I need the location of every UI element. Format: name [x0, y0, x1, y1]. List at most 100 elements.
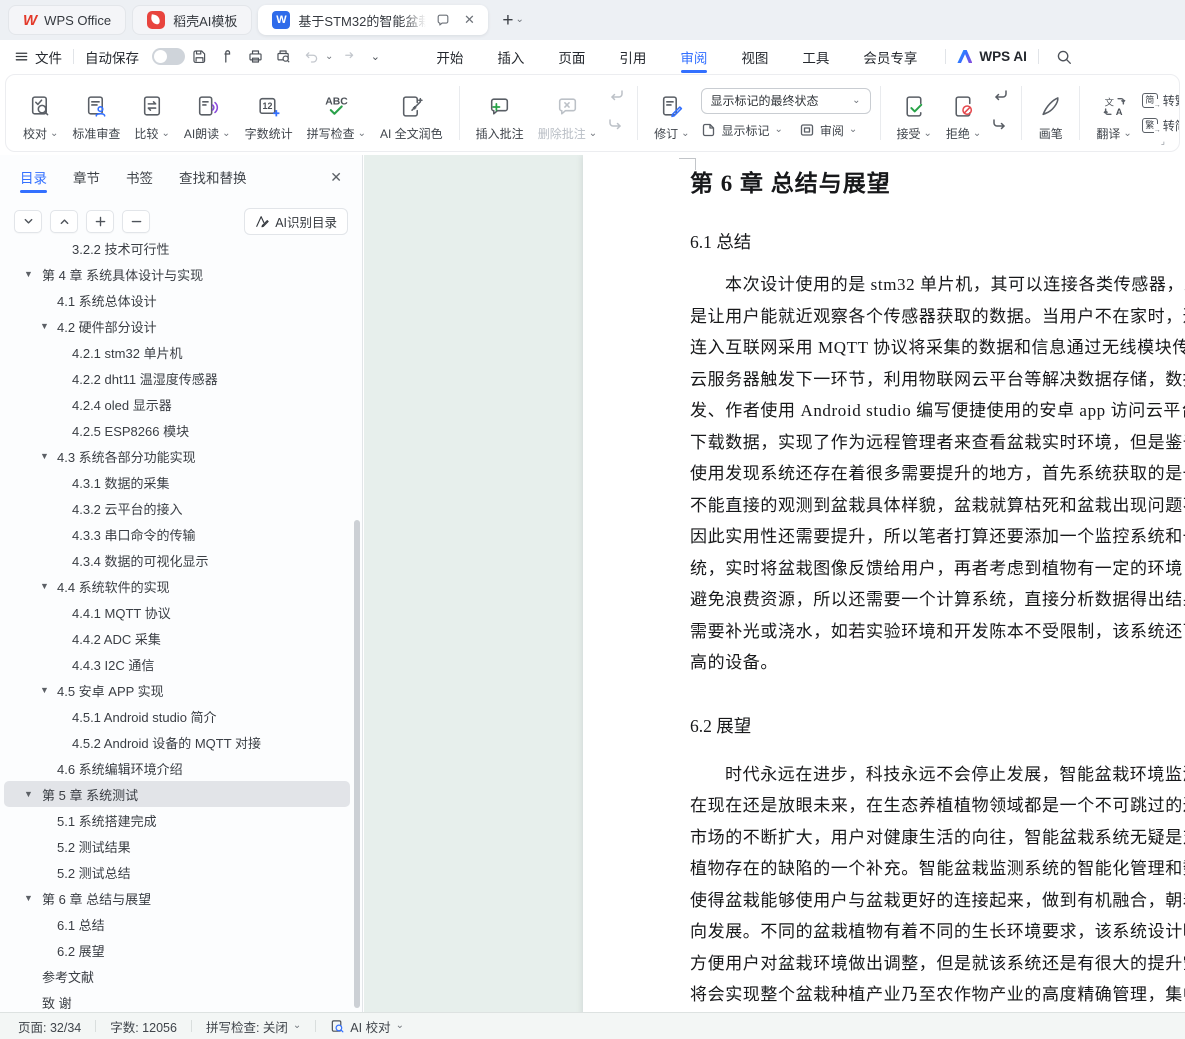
standard-review-button[interactable]: 标准审查 — [65, 84, 127, 142]
print-icon[interactable] — [243, 45, 267, 69]
toc-item[interactable]: ▼ 4.1 系统总体设计 — [0, 287, 362, 313]
toc-item[interactable]: ▼ 4.5.2 Android 设备的 MQTT 对接 — [0, 729, 362, 755]
comment-bubble-icon[interactable] — [434, 11, 452, 29]
menu-item[interactable]: 开始 — [419, 40, 480, 73]
toc-item[interactable]: ▼ 4.3.3 串口命令的传输 — [0, 521, 362, 547]
toc-item[interactable]: ▼ 第 6 章 总结与展望 — [0, 885, 362, 911]
toc-item[interactable]: ▼ 4.2.5 ESP8266 模块 — [0, 417, 362, 443]
next-change-icon[interactable] — [991, 117, 1009, 138]
toc-item[interactable]: ▼ 4.5.1 Android studio 简介 — [0, 703, 362, 729]
toc-item[interactable]: ▼ 4.4 系统软件的实现 — [0, 573, 362, 599]
ai-read-aloud-button[interactable]: AI朗读 ⌄ — [177, 84, 238, 142]
toc-item[interactable]: ▼ 4.4.1 MQTT 协议 — [0, 599, 362, 625]
ink-brush-button[interactable]: 画笔 — [1031, 84, 1070, 142]
menu-item[interactable]: 会员专享 — [846, 40, 934, 73]
toc-item[interactable]: ▼ 4.3.1 数据的采集 — [0, 469, 362, 495]
show-markup-button[interactable]: 显示标记 ⌄ — [701, 122, 783, 139]
previous-heading-button[interactable] — [50, 209, 78, 233]
toc-item[interactable]: ▼ 4.2.1 stm32 单片机 — [0, 339, 362, 365]
expand-triangle-icon[interactable]: ▼ — [24, 269, 33, 279]
reviewers-button[interactable]: 审阅 ⌄ — [799, 122, 857, 139]
sidebar-tab[interactable]: 目录 — [20, 155, 47, 199]
tab-wps-office[interactable]: W WPS Office — [8, 5, 127, 35]
menu-item[interactable]: 页面 — [541, 40, 602, 73]
next-heading-button[interactable] — [14, 209, 42, 233]
expand-triangle-icon[interactable]: ▼ — [40, 685, 49, 695]
reject-change-button[interactable]: 拒绝 ⌄ — [939, 84, 988, 142]
close-tab-icon[interactable]: ✕ — [460, 11, 478, 29]
toc-item[interactable]: ▼ 4.3.4 数据的可视化显示 — [0, 547, 362, 573]
save-icon[interactable] — [187, 45, 211, 69]
group-expand-icon[interactable]: ⌟ — [1161, 136, 1165, 147]
previous-comment-icon[interactable] — [607, 88, 625, 109]
toc-item[interactable]: ▼ 4.4.2 ADC 采集 — [0, 625, 362, 651]
toc-item[interactable]: ▼ 4.3 系统各部分功能实现 — [0, 443, 362, 469]
close-sidebar-icon[interactable]: ✕ — [330, 169, 342, 186]
redo-icon[interactable] — [335, 45, 359, 69]
toc-item[interactable]: ▼ 4.5 安卓 APP 实现 — [0, 677, 362, 703]
word-count-indicator[interactable]: 字数: 12056 — [110, 1017, 177, 1036]
expand-triangle-icon[interactable]: ▼ — [24, 893, 33, 903]
export-pdf-icon[interactable] — [215, 45, 239, 69]
menu-item[interactable]: 插入 — [480, 40, 541, 73]
toc-item[interactable]: ▼ 参考文献 — [0, 963, 362, 989]
collapse-all-button[interactable] — [122, 209, 150, 233]
menu-item[interactable]: 审阅 — [663, 40, 724, 73]
expand-triangle-icon[interactable]: ▼ — [24, 789, 33, 799]
toc-item[interactable]: ▼ 4.2.4 oled 显示器 — [0, 391, 362, 417]
spell-check-status[interactable]: 拼写检查: 关闭 ⌄ — [206, 1017, 301, 1036]
toc-item[interactable]: ▼ 4.2 硬件部分设计 — [0, 313, 362, 339]
accept-change-button[interactable]: 接受 ⌄ — [890, 84, 939, 142]
insert-comment-button[interactable]: 插入批注 — [469, 84, 531, 142]
page-indicator[interactable]: 页面: 32/34 — [18, 1017, 81, 1036]
print-preview-icon[interactable] — [271, 45, 295, 69]
to-simplified-button[interactable]: 繁 转简 — [1141, 117, 1179, 137]
undo-icon[interactable] — [299, 45, 323, 69]
new-tab-button[interactable]: + ⌄ — [502, 11, 524, 30]
menu-item[interactable]: 视图 — [724, 40, 785, 73]
menu-item[interactable]: 引用 — [602, 40, 663, 73]
toc-item[interactable]: ▼ 第 4 章 系统具体设计与实现 — [0, 261, 362, 287]
toc-item[interactable]: ▼ 5.1 系统搭建完成 — [0, 807, 362, 833]
toc-item[interactable]: ▼ 致 谢 — [0, 989, 362, 1012]
document-page[interactable]: 第 6 章 总结与展望 6.1 总结 本次设计使用的是 stm32 单片机，其可… — [583, 155, 1185, 1012]
delete-comment-button[interactable]: 删除批注 ⌄ — [531, 84, 604, 142]
to-traditional-button[interactable]: 简 转繁 — [1141, 92, 1179, 112]
wps-ai-button[interactable]: WPS AI — [957, 49, 1027, 64]
toc-item[interactable]: ▼ 6.1 总结 — [0, 911, 362, 937]
toc-item[interactable]: ▼ 4.2.2 dht11 温湿度传感器 — [0, 365, 362, 391]
spell-check-button[interactable]: ABC 拼写检查 ⌄ — [300, 84, 373, 142]
ai-polish-button[interactable]: AI 全文润色 — [373, 84, 450, 142]
sidebar-tab[interactable]: 查找和替换 — [179, 155, 247, 199]
toc-item[interactable]: ▼ 5.2 测试结果 — [0, 833, 362, 859]
file-menu[interactable]: 文件 — [14, 47, 62, 67]
ai-proofread-button[interactable]: AI 校对 ⌄ — [330, 1017, 404, 1036]
ai-recognize-toc-button[interactable]: AI识别目录 — [244, 207, 348, 235]
search-icon[interactable] — [1052, 45, 1076, 69]
toc-item[interactable]: ▼ 4.3.2 云平台的接入 — [0, 495, 362, 521]
menu-item[interactable]: 工具 — [785, 40, 846, 73]
compare-button[interactable]: 比较 ⌄ — [127, 84, 176, 142]
toolbar-more-chevron-icon[interactable]: ⌄ — [363, 45, 387, 69]
previous-change-icon[interactable] — [991, 88, 1009, 109]
track-changes-button[interactable]: 修订 ⌄ — [647, 84, 696, 142]
expand-triangle-icon[interactable]: ▼ — [40, 581, 49, 591]
sidebar-tab[interactable]: 章节 — [73, 155, 100, 199]
expand-all-button[interactable] — [86, 209, 114, 233]
toc-item[interactable]: ▼ 4.6 系统编辑环境介绍 — [0, 755, 362, 781]
sidebar-tab[interactable]: 书签 — [126, 155, 153, 199]
tab-document[interactable]: W 基于STM32的智能盆栽管家 ✕ — [258, 5, 489, 35]
toc-item[interactable]: ▼ 6.2 展望 — [0, 937, 362, 963]
toc-item[interactable]: ▼ 5.2 测试总结 — [0, 859, 362, 885]
markup-state-select[interactable]: 显示标记的最终状态 ⌄ — [700, 87, 871, 114]
autosave-toggle[interactable] — [152, 48, 185, 65]
next-comment-icon[interactable] — [607, 117, 625, 138]
expand-triangle-icon[interactable]: ▼ — [40, 451, 49, 461]
expand-triangle-icon[interactable]: ▼ — [40, 321, 49, 331]
proofread-button[interactable]: 校对 ⌄ — [16, 84, 65, 142]
toc-item[interactable]: ▼ 4.4.3 I2C 通信 — [0, 651, 362, 677]
chevron-down-icon[interactable]: ⌄ — [516, 15, 524, 25]
toc-item[interactable]: ▼ 第 5 章 系统测试 — [0, 781, 362, 807]
word-count-button[interactable]: 12 字数统计 — [238, 84, 300, 142]
undo-options-chevron-icon[interactable]: ⌄ — [325, 51, 333, 62]
